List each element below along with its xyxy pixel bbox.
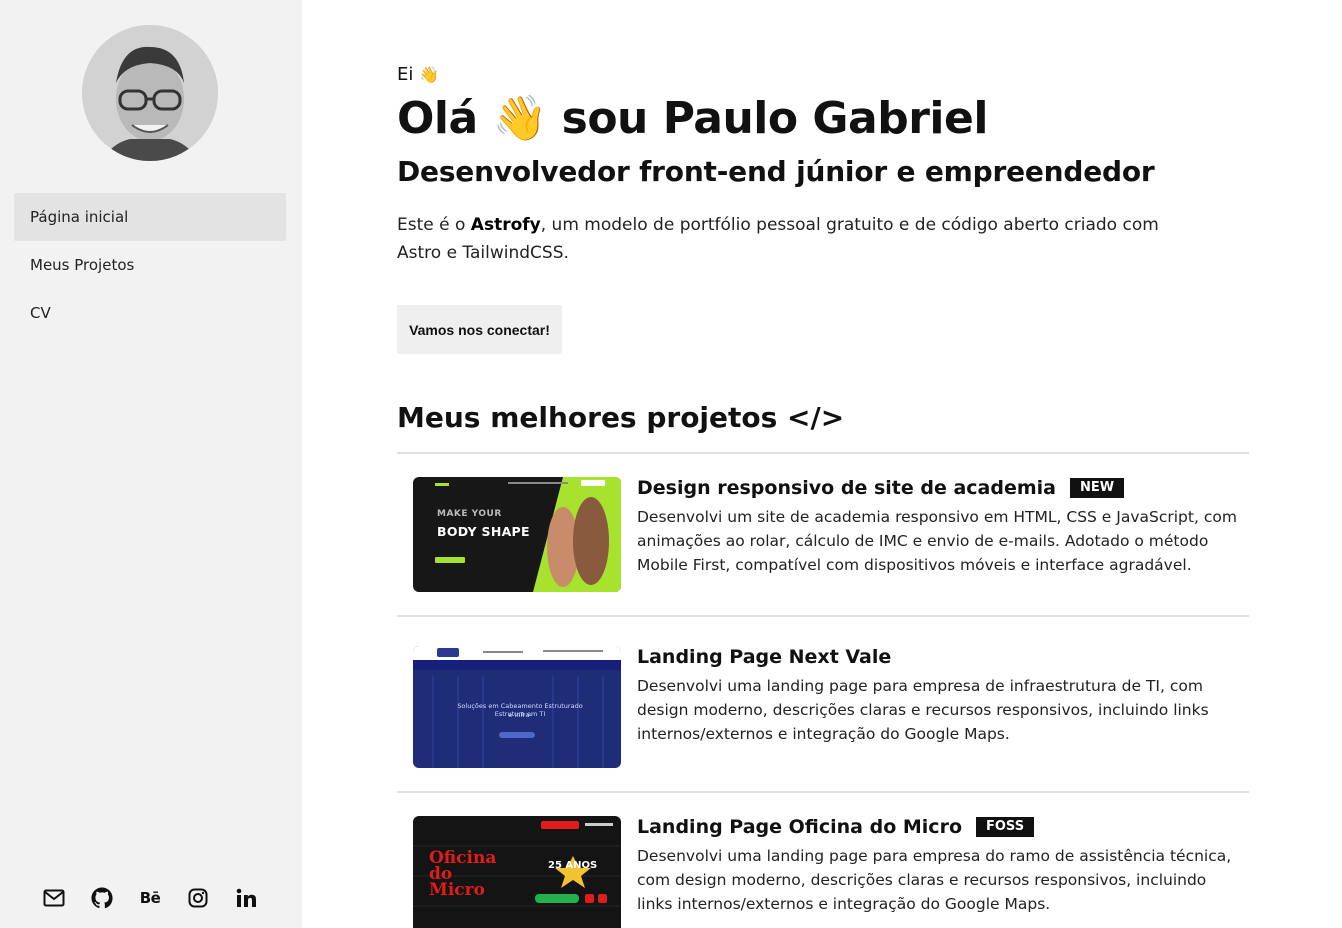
connect-button[interactable]: Vamos nos conectar! [397,305,562,354]
intro-description: Este é o Astrofy, um modelo de portfólio… [397,211,1197,267]
desc-brand: Astrofy [470,215,541,235]
small-greeting-text: Ei [397,64,414,85]
divider [397,615,1249,617]
title-part2: sou Paulo Gabriel [561,93,989,144]
project-title-text[interactable]: Design responsivo de site de academia [637,477,1056,499]
sidebar-nav: Página inicial Meus Projetos CV [14,193,286,337]
project-title[interactable]: Design responsivo de site de academia NE… [637,477,1237,499]
github-icon[interactable] [90,886,114,910]
thumb-text1: MAKE YOUR [437,509,502,519]
small-greeting: Ei 👋 [397,64,439,85]
status-badge: NEW [1069,478,1125,498]
project-description: Desenvolvi um site de academia responsiv… [637,508,1237,574]
mail-icon[interactable] [42,886,66,910]
avatar [82,25,218,161]
instagram-icon[interactable] [186,886,210,910]
status-badge: FOSS [976,817,1035,837]
divider [397,452,1249,454]
thumb-text2: 25 ANOS [548,860,598,871]
social-links: Bē [42,886,282,910]
project-title[interactable]: Landing Page Oficina do Micro FOSS [637,816,1237,838]
thumb-text2: BODY SHAPE [437,524,530,539]
sidebar-item-projects[interactable]: Meus Projetos [14,241,286,289]
projects-section-title: Meus melhores projetos </> [397,401,845,434]
project-thumbnail: Oficina do Micro 25 ANOS [413,816,621,928]
project-thumbnail: Soluções em Cabeamento Estruturado e Inf… [413,646,621,768]
sidebar-item-cv[interactable]: CV [14,289,286,337]
project-description: Desenvolvi uma landing page para empresa… [637,677,1209,743]
project-title-text[interactable]: Landing Page Next Vale [637,646,891,668]
page-title: Olá 👋 sou Paulo Gabriel [397,92,988,144]
project-body: Landing Page Oficina do Micro FOSS Desen… [637,816,1237,916]
project-title-text[interactable]: Landing Page Oficina do Micro [637,816,962,838]
page-subtitle: Desenvolvedor front-end júnior e empreen… [397,155,1155,188]
wave-emoji-small: 👋 [419,65,440,84]
sidebar-item-home[interactable]: Página inicial [14,193,286,241]
behance-icon[interactable]: Bē [138,886,162,910]
divider [397,791,1249,793]
project-thumbnail: MAKE YOUR BODY SHAPE [413,477,621,592]
title-part1: Olá [397,93,478,144]
sidebar: Página inicial Meus Projetos CV Bē [0,0,302,928]
project-title[interactable]: Landing Page Next Vale [637,646,1237,668]
thumb-text2: Estrutura em TI [494,710,546,718]
wave-emoji: 👋 [492,93,548,144]
desc-prefix: Este é o [397,215,471,235]
project-body: Design responsivo de site de academia NE… [637,477,1237,577]
linkedin-icon[interactable] [234,886,258,910]
project-description: Desenvolvi uma landing page para empresa… [637,847,1232,913]
thumb-text1: Oficina do Micro [429,848,497,900]
project-body: Landing Page Next Vale Desenvolvi uma la… [637,646,1237,746]
